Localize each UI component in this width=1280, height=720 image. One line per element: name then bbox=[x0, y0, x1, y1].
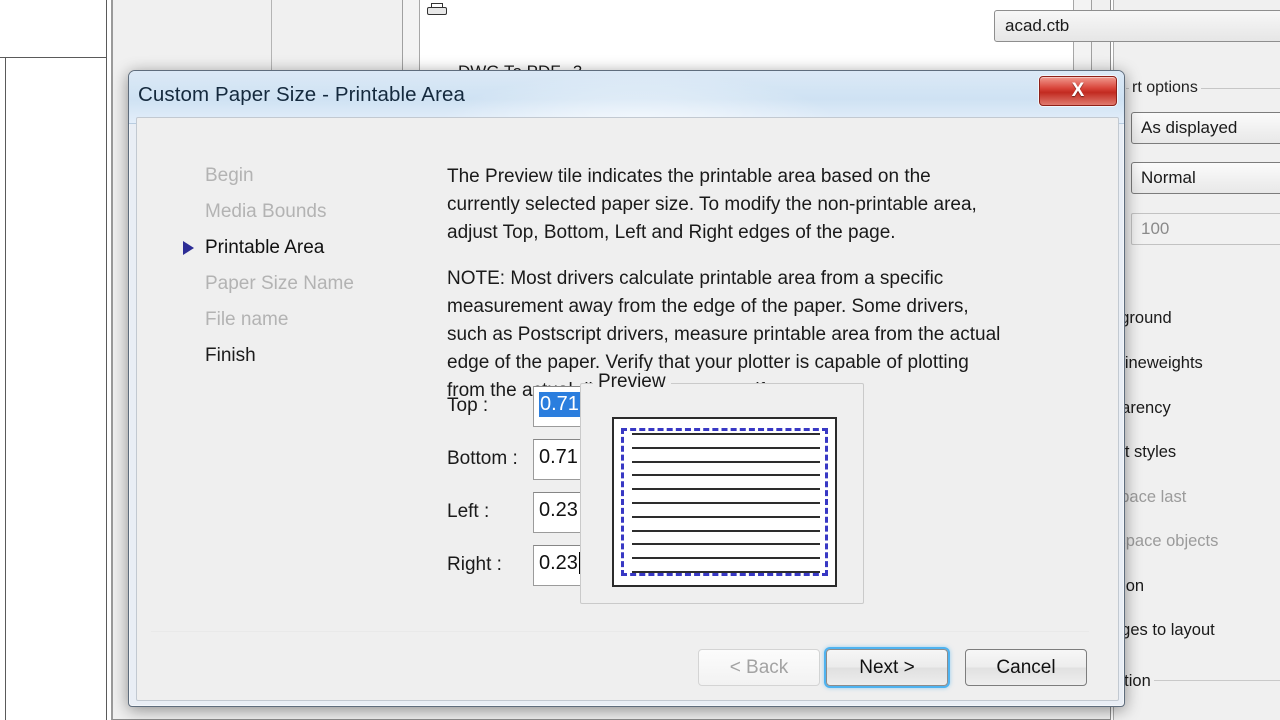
plot-options-panel: acad.ctb rt options As displayed Normal … bbox=[994, 0, 1280, 720]
close-icon-glyph: X bbox=[1071, 80, 1085, 101]
top-input-value: 0.71 bbox=[539, 392, 580, 417]
preview-content-line bbox=[632, 502, 820, 504]
wizard-step-printable-area: Printable Area bbox=[177, 235, 367, 271]
quality-combo[interactable]: Normal bbox=[1131, 162, 1280, 194]
preview-content-line bbox=[632, 433, 820, 435]
cancel-button[interactable]: Cancel bbox=[965, 649, 1087, 686]
preview-content-line bbox=[632, 446, 820, 449]
wizard-step-paper-size-name: Paper Size Name bbox=[205, 273, 354, 294]
close-icon[interactable]: X bbox=[1039, 76, 1117, 106]
preview-group: Preview bbox=[580, 371, 864, 604]
checkbox-label-save-changes-to-layout[interactable]: nges to layout bbox=[1112, 621, 1215, 640]
preview-label: Preview bbox=[593, 371, 671, 393]
preview-content-line bbox=[632, 488, 820, 491]
wizard-step-file-name: File name bbox=[205, 309, 289, 330]
checkbox-label-hide-paperspace-objects[interactable]: rspace objects bbox=[1112, 532, 1218, 551]
right-label: Right : bbox=[447, 554, 502, 575]
background-pane-upper bbox=[0, 0, 107, 58]
preview-content-line bbox=[632, 460, 820, 463]
plot-style-table-value: acad.ctb bbox=[1005, 16, 1070, 35]
wizard-step-list: Begin Media Bounds Printable Area Paper … bbox=[177, 163, 367, 379]
dpi-field[interactable]: 100 bbox=[1131, 213, 1280, 245]
bottom-input-value: 0.71 bbox=[539, 446, 578, 468]
next-button[interactable]: Next > bbox=[826, 649, 948, 686]
right-input-value: 0.23 bbox=[539, 552, 578, 574]
shade-plot-combo[interactable]: As displayed bbox=[1131, 112, 1280, 144]
dialog-title: Custom Paper Size - Printable Area bbox=[138, 83, 465, 106]
wizard-step-begin: Begin bbox=[205, 165, 254, 186]
background-pane-lower bbox=[5, 57, 107, 720]
screen-root: Name: General Ports Device and Document … bbox=[0, 0, 1280, 720]
description-paragraph-1: The Preview tile indicates the printable… bbox=[447, 166, 977, 243]
left-input-value: 0.23 bbox=[539, 499, 578, 521]
preview-content-line bbox=[632, 474, 820, 477]
footer-separator bbox=[151, 631, 1089, 632]
printer-icon bbox=[427, 3, 447, 18]
plot-style-table-combo[interactable]: acad.ctb bbox=[994, 10, 1280, 42]
preview-page bbox=[612, 417, 837, 587]
wizard-step-media-bounds: Media Bounds bbox=[205, 201, 327, 222]
custom-paper-size-dialog: Custom Paper Size - Printable Area X Beg… bbox=[128, 70, 1125, 707]
preview-content-line bbox=[632, 515, 820, 518]
bottom-label: Bottom : bbox=[447, 448, 518, 469]
preview-content-line bbox=[632, 529, 820, 532]
wizard-step-finish: Finish bbox=[205, 345, 256, 366]
left-label: Left : bbox=[447, 501, 490, 522]
back-button[interactable]: < Back bbox=[698, 649, 820, 686]
preview-content-line bbox=[632, 543, 820, 546]
top-label: Top : bbox=[447, 395, 489, 416]
preview-content-line bbox=[632, 571, 820, 573]
preview-content-line bbox=[632, 557, 820, 560]
checkbox-label-plot-object-lineweights[interactable]: t lineweights bbox=[1112, 354, 1203, 373]
plot-options-group-label: rt options bbox=[1129, 79, 1201, 97]
